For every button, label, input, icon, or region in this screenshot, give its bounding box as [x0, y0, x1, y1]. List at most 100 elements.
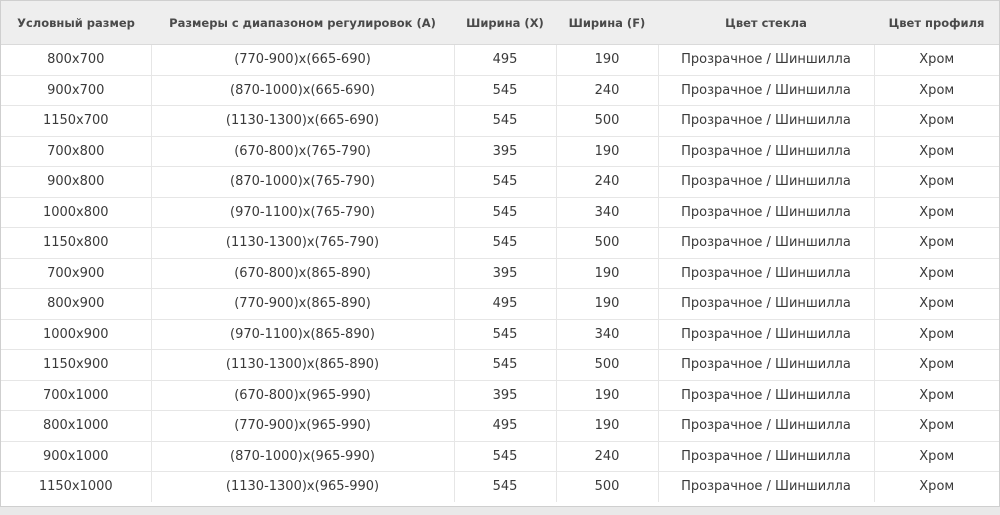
cell-glass-color: Прозрачное / Шиншилла: [658, 166, 875, 198]
table-body: 800x700 (770-900)x(665-690) 495 190 Прозрачн…: [1, 44, 999, 502]
header-row: Условный размер Размеры с диапазоном рег…: [1, 1, 999, 45]
cell-glass-color: Прозрачное / Шиншилла: [658, 471, 875, 502]
cell-adjustment-range: (1130-1300)x(665-690): [151, 105, 455, 137]
table-row: 1150x1000 (1130-1300)x(965-990) 545 500 Проз…: [1, 471, 999, 502]
cell-width-f: 500: [556, 349, 659, 381]
cell-nominal-size: 900x1000: [1, 441, 152, 472]
table-row: 700x1000 (670-800)x(965-990) 395 190 Прозрач…: [1, 380, 999, 411]
cell-nominal-size: 800x700: [1, 44, 152, 76]
cell-nominal-size: 1150x700: [1, 105, 152, 137]
cell-width-f: 500: [556, 227, 659, 259]
header-adjustment-range: Размеры с диапазоном регулировок (А): [151, 1, 454, 45]
cell-width-x: 545: [454, 349, 557, 381]
table-row: 900x700 (870-1000)x(665-690) 545 240 Прозрач…: [1, 75, 999, 106]
cell-width-x: 495: [454, 410, 557, 442]
table-row: 700x800 (670-800)x(765-790) 395 190 Прозрачн…: [1, 136, 999, 167]
cell-glass-color: Прозрачное / Шиншилла: [658, 441, 875, 472]
cell-profile-color: Хром: [874, 258, 999, 289]
cell-nominal-size: 1150x1000: [1, 471, 152, 502]
cell-profile-color: Хром: [874, 105, 999, 137]
cell-nominal-size: 700x800: [1, 136, 152, 167]
cell-glass-color: Прозрачное / Шиншилла: [658, 136, 875, 167]
table-row: 800x900 (770-900)x(865-890) 495 190 Прозрачн…: [1, 288, 999, 320]
cell-nominal-size: 800x900: [1, 288, 152, 320]
table-row: 900x1000 (870-1000)x(965-990) 545 240 Прозра…: [1, 441, 999, 472]
cell-glass-color: Прозрачное / Шиншилла: [658, 258, 875, 289]
table-row: 1000x900 (970-1100)x(865-890) 545 340 Прозра…: [1, 319, 999, 350]
cell-profile-color: Хром: [874, 227, 999, 259]
cell-glass-color: Прозрачное / Шиншилла: [658, 410, 875, 442]
cell-profile-color: Хром: [874, 380, 999, 411]
cell-width-f: 190: [556, 136, 659, 167]
cell-width-x: 395: [454, 258, 557, 289]
cell-width-f: 240: [556, 166, 659, 198]
table-row: 700x900 (670-800)x(865-890) 395 190 Прозрачн…: [1, 258, 999, 289]
cell-profile-color: Хром: [874, 349, 999, 381]
cell-glass-color: Прозрачное / Шиншилла: [658, 44, 875, 76]
cell-width-x: 395: [454, 380, 557, 411]
cell-width-f: 340: [556, 319, 659, 350]
cell-width-f: 190: [556, 258, 659, 289]
cell-adjustment-range: (1130-1300)x(865-890): [151, 349, 455, 381]
cell-profile-color: Хром: [874, 441, 999, 472]
cell-profile-color: Хром: [874, 75, 999, 106]
cell-nominal-size: 1000x800: [1, 197, 152, 228]
cell-width-f: 190: [556, 44, 659, 76]
cell-adjustment-range: (870-1000)x(665-690): [151, 75, 455, 106]
cell-adjustment-range: (970-1100)x(865-890): [151, 319, 455, 350]
cell-width-x: 545: [454, 319, 557, 350]
header-nominal-size: Условный размер: [1, 1, 151, 45]
cell-width-x: 545: [454, 227, 557, 259]
cell-nominal-size: 700x900: [1, 258, 152, 289]
cell-adjustment-range: (770-900)x(665-690): [151, 44, 455, 76]
cell-width-f: 500: [556, 105, 659, 137]
cell-glass-color: Прозрачное / Шиншилла: [658, 105, 875, 137]
cell-width-x: 495: [454, 288, 557, 320]
cell-nominal-size: 900x700: [1, 75, 152, 106]
cell-width-x: 545: [454, 471, 557, 502]
cell-width-x: 495: [454, 44, 557, 76]
cell-profile-color: Хром: [874, 410, 999, 442]
cell-adjustment-range: (770-900)x(865-890): [151, 288, 455, 320]
cell-width-x: 395: [454, 136, 557, 167]
table-row: 1000x800 (970-1100)x(765-790) 545 340 Прозра…: [1, 197, 999, 228]
cell-nominal-size: 800x1000: [1, 410, 152, 442]
cell-nominal-size: 1150x900: [1, 349, 152, 381]
table-row: 1150x800 (1130-1300)x(765-790) 545 500 Прозр…: [1, 227, 999, 259]
cell-glass-color: Прозрачное / Шиншилла: [658, 380, 875, 411]
cell-profile-color: Хром: [874, 166, 999, 198]
cell-adjustment-range: (970-1100)x(765-790): [151, 197, 455, 228]
cell-adjustment-range: (670-800)x(865-890): [151, 258, 455, 289]
cell-width-f: 190: [556, 410, 659, 442]
cell-profile-color: Хром: [919, 479, 955, 495]
cell-width-f: 190: [556, 380, 659, 411]
table-row: 800x1000 (770-900)x(965-990) 495 190 Прозрач…: [1, 410, 999, 442]
size-spec-table: Условный размер Размеры с диапазоном рег…: [1, 1, 999, 502]
cell-width-f: 240: [556, 75, 659, 106]
table-row: 1150x900 (1130-1300)x(865-890) 545 500 Прозр…: [1, 349, 999, 381]
header-glass-color: Цвет стекла: [658, 1, 874, 45]
cell-nominal-size: 1000x900: [1, 319, 152, 350]
cell-width-x: 545: [454, 105, 557, 137]
cell-width-x: 545: [454, 75, 557, 106]
table-row: 900x800 (870-1000)x(765-790) 545 240 Прозрач…: [1, 166, 999, 198]
cell-width-x: 545: [454, 166, 557, 198]
cell-adjustment-range: (870-1000)x(965-990): [151, 441, 455, 472]
cell-glass-color: Прозрачное / Шиншилла: [658, 227, 875, 259]
table-row: 1150x700 (1130-1300)x(665-690) 545 500 Прозр…: [1, 105, 999, 137]
cell-glass-color: Прозрачное / Шиншилла: [658, 75, 875, 106]
cell-nominal-size: 900x800: [1, 166, 152, 198]
cell-width-f: 500: [556, 471, 659, 502]
cell-profile-color: Хром: [874, 319, 999, 350]
cell-width-f: 340: [556, 197, 659, 228]
table-row: 800x700 (770-900)x(665-690) 495 190 Прозрачн…: [1, 44, 999, 76]
cell-profile-color: Хром: [874, 136, 999, 167]
cell-profile-color: Хром: [874, 288, 999, 320]
cell-width-f: 240: [556, 441, 659, 472]
cell-glass-color: Прозрачное / Шиншилла: [658, 319, 875, 350]
cell-adjustment-range: (1130-1300)x(765-790): [151, 227, 455, 259]
cell-profile-color: Хром: [874, 44, 999, 76]
cell-glass-color: Прозрачное / Шиншилла: [658, 349, 875, 381]
cell-adjustment-range: (670-800)x(765-790): [151, 136, 455, 167]
cell-width-f: 190: [556, 288, 659, 320]
